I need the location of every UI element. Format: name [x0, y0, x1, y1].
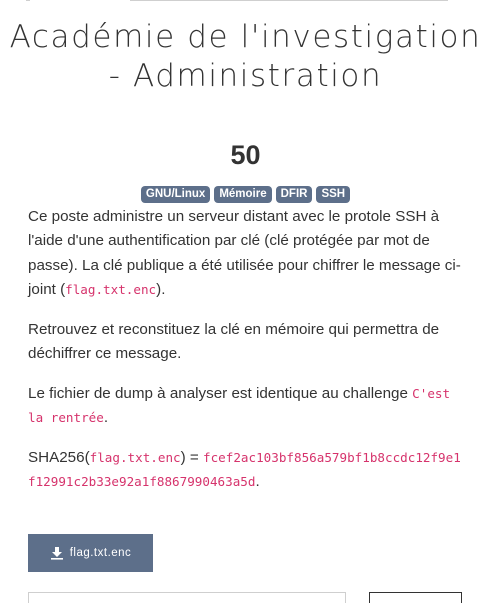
- flag-input[interactable]: [28, 592, 346, 603]
- description-text: ).: [156, 280, 166, 298]
- sha256-paragraph: SHA256(flag.txt.enc) = fcef2ac103bf856a5…: [28, 446, 468, 495]
- tag-badge: SSH: [316, 186, 351, 203]
- description-text: .: [103, 409, 109, 427]
- top-divider-tick: [26, 0, 30, 1]
- description-paragraph-3: Le fichier de dump à analyser est identi…: [28, 382, 468, 431]
- challenge-description: Ce poste administre un serveur distant a…: [28, 205, 468, 510]
- challenge-points: 50: [230, 140, 261, 170]
- inline-code-filename: flag.txt.enc: [65, 281, 157, 297]
- submit-button[interactable]: [369, 592, 462, 603]
- tag-badge: DFIR: [275, 186, 313, 203]
- download-icon: [50, 547, 63, 560]
- tag-badge: GNU/Linux: [140, 186, 211, 203]
- download-button[interactable]: flag.txt.enc: [28, 534, 153, 572]
- tag-list: GNU/Linux Mémoire DFIR SSH: [0, 186, 491, 203]
- description-text: Le fichier de dump à analyser est identi…: [28, 384, 413, 402]
- download-label: flag.txt.enc: [69, 547, 132, 559]
- challenge-title: Académie de l'investigation - Administra…: [9, 19, 482, 94]
- description-paragraph-2: Retrouvez et reconstituez la clé en mémo…: [28, 320, 440, 362]
- top-divider: [130, 0, 448, 1]
- sha-filename: flag.txt.enc: [89, 449, 181, 465]
- tag-badge: Mémoire: [214, 186, 272, 203]
- sha-equals: ) =: [180, 448, 204, 466]
- sha-end: .: [255, 473, 260, 491]
- description-paragraph-1: Ce poste administre un serveur distant a…: [28, 205, 468, 302]
- sha-label: SHA256(: [28, 448, 90, 466]
